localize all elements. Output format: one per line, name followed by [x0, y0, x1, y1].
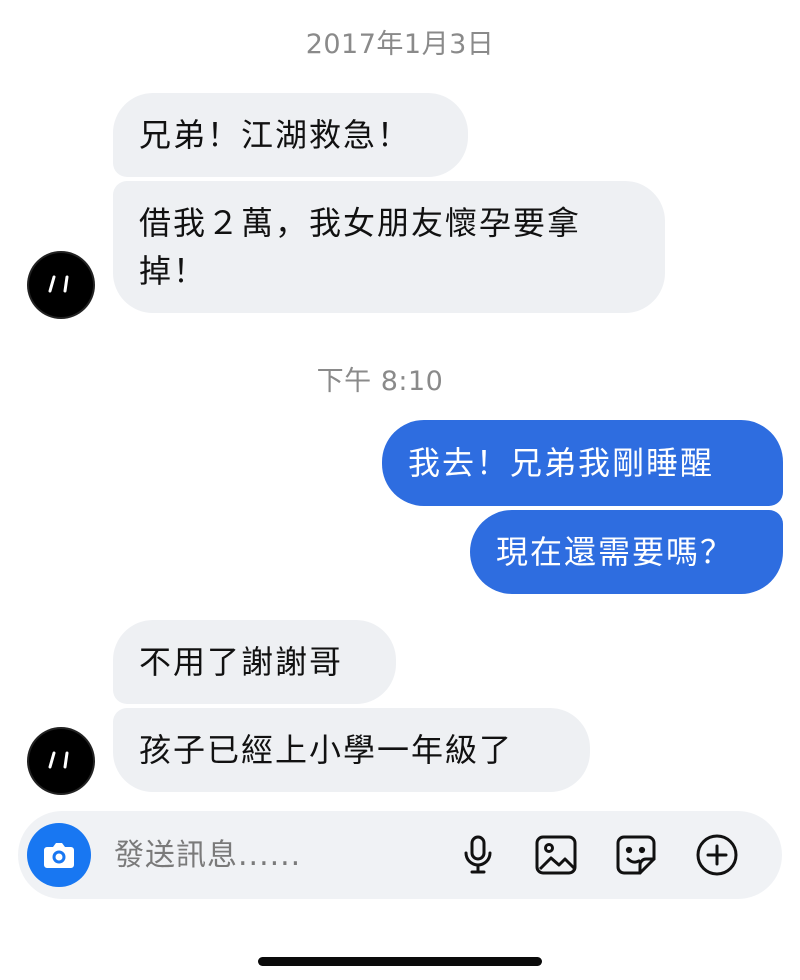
message-composer	[18, 811, 782, 899]
message-bubble-incoming[interactable]: 兄弟！江湖救急！	[113, 93, 468, 177]
message-text: 我去！兄弟我剛睡醒	[408, 444, 715, 482]
microphone-icon[interactable]	[454, 831, 502, 879]
sticker-icon[interactable]	[612, 831, 660, 879]
date-divider: 2017年1月3日	[305, 29, 495, 60]
message-text: 現在還需要嗎？	[496, 533, 735, 571]
camera-button[interactable]	[27, 823, 91, 887]
message-text-line: 掉！	[139, 252, 208, 290]
home-indicator	[258, 957, 542, 966]
add-icon[interactable]	[693, 831, 741, 879]
message-bubble-incoming[interactable]: 孩子已經上小學一年級了	[113, 708, 590, 792]
message-text: 不用了謝謝哥	[139, 643, 344, 681]
message-bubble-incoming[interactable]: 借我２萬，我女朋友懷孕要拿 掉！	[113, 181, 665, 313]
message-input[interactable]	[114, 829, 414, 881]
message-text-line: 借我２萬，我女朋友懷孕要拿	[139, 204, 582, 242]
time-divider: 下午 8:10	[316, 366, 444, 397]
message-bubble-outgoing[interactable]: 我去！兄弟我剛睡醒	[382, 420, 783, 506]
avatar[interactable]	[29, 253, 93, 317]
message-text: 兄弟！江湖救急！	[139, 116, 412, 154]
avatar[interactable]	[29, 729, 93, 793]
message-text: 孩子已經上小學一年級了	[139, 731, 514, 769]
image-icon[interactable]	[532, 831, 580, 879]
message-bubble-incoming[interactable]: 不用了謝謝哥	[113, 620, 396, 704]
message-bubble-outgoing[interactable]: 現在還需要嗎？	[470, 510, 783, 594]
